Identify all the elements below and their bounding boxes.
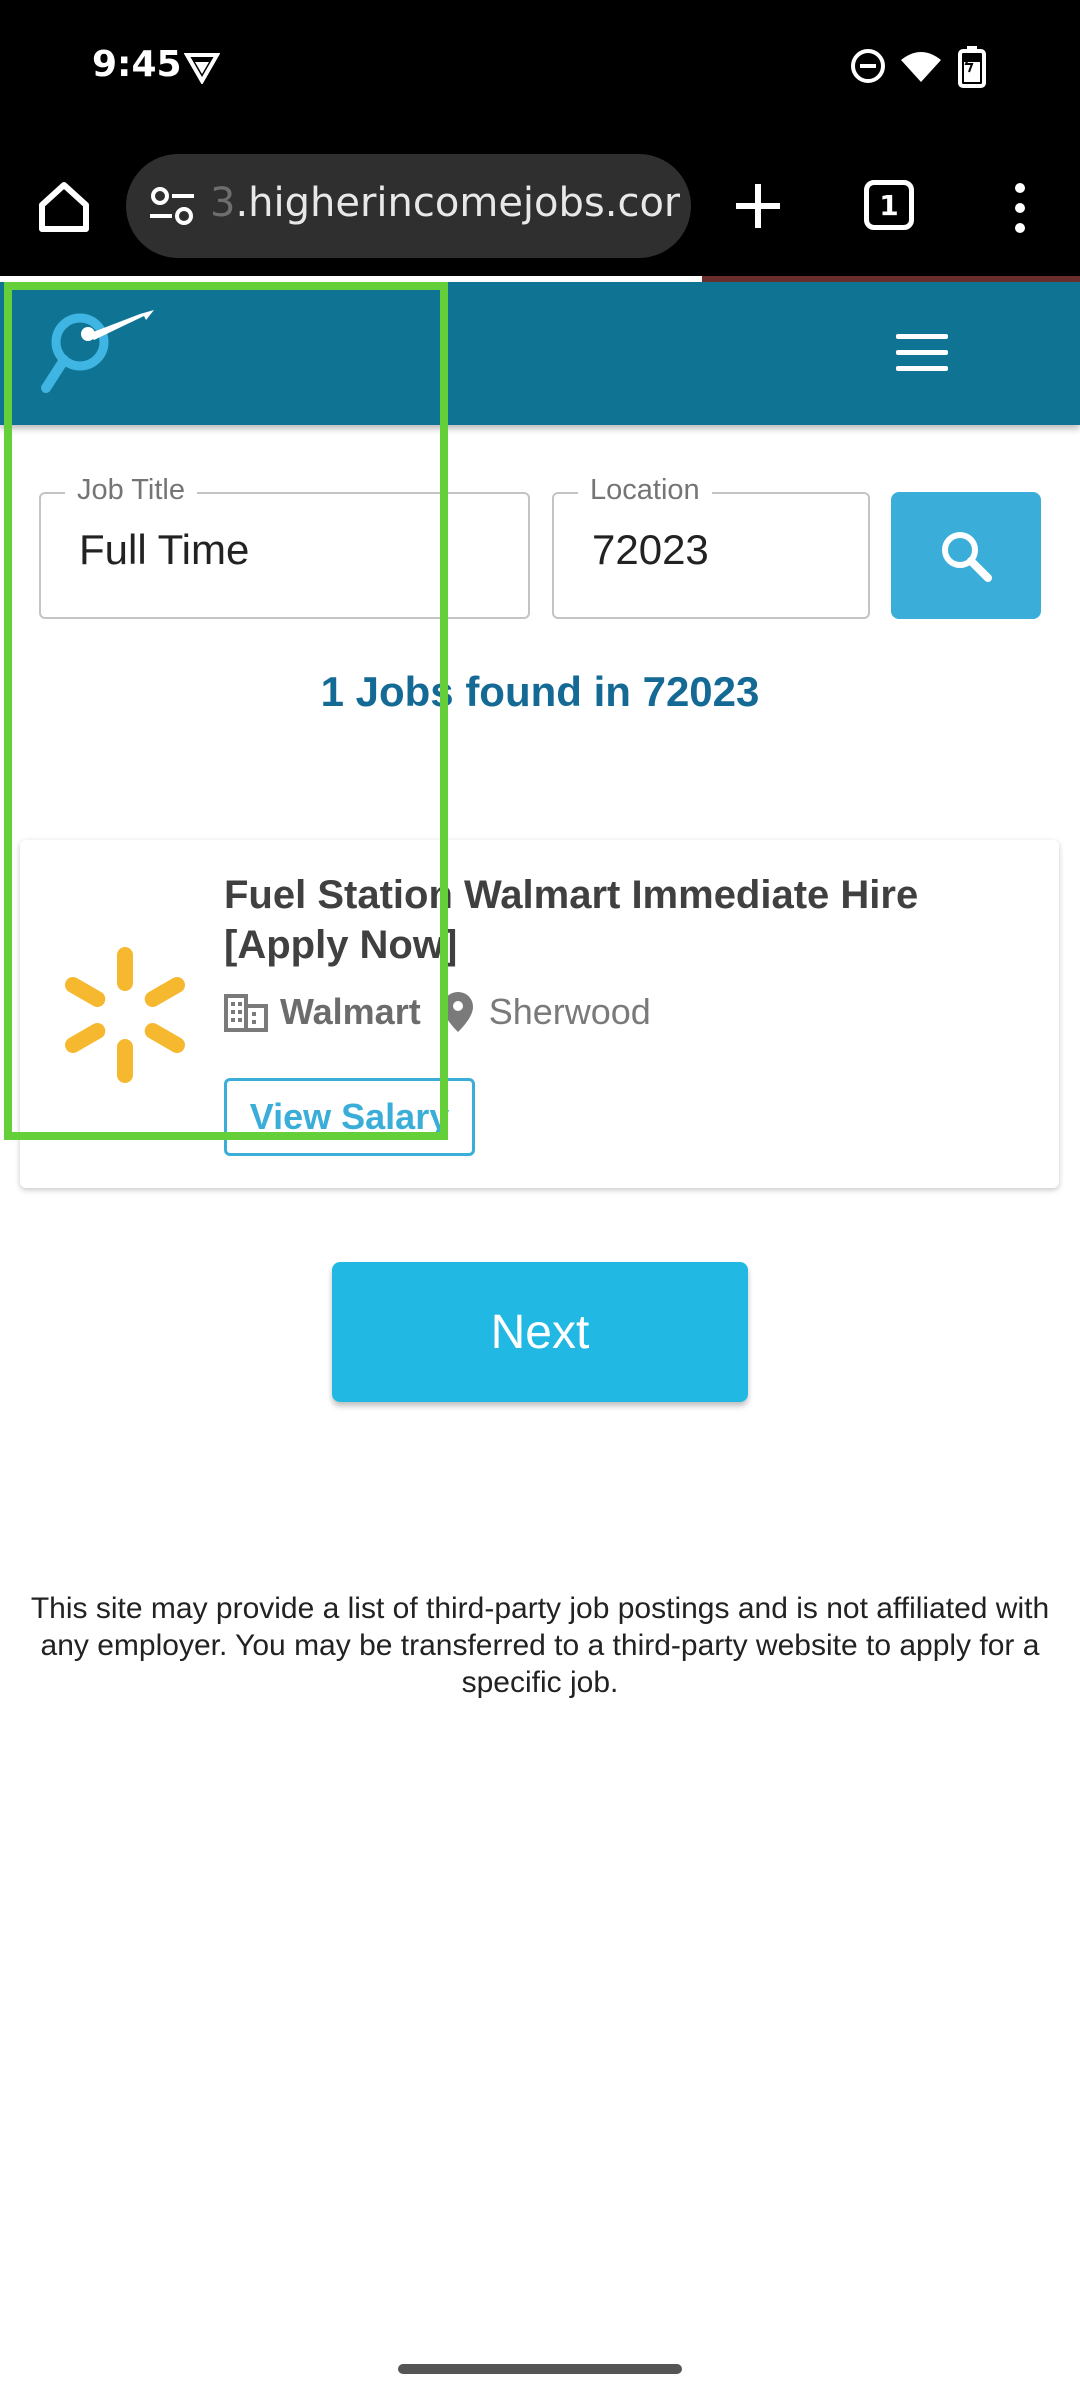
url-text[interactable]: 3.higherincomejobs.com <box>210 180 680 226</box>
dnd-icon <box>851 49 885 83</box>
disclaimer: This site may provide a list of third-pa… <box>30 1592 1050 1699</box>
url-domain: .higherincomejobs.com <box>235 180 680 226</box>
vpn-icon <box>184 53 220 84</box>
company-name: Walmart <box>280 991 421 1032</box>
hamburger-icon[interactable] <box>896 334 948 372</box>
job-title[interactable]: Fuel Station Walmart Immediate Hire [App… <box>224 870 1024 970</box>
home-icon <box>39 182 89 232</box>
site-header <box>0 282 1080 425</box>
view-salary-button[interactable]: View Salary <box>224 1078 475 1156</box>
browser-toolbar: 3.higherincomejobs.com 1 <box>0 138 1080 278</box>
battery-icon <box>958 46 986 88</box>
url-prefix: 3 <box>210 180 236 226</box>
tabs-icon[interactable]: 1 <box>864 180 914 230</box>
job-title-field[interactable]: Job Title <box>39 474 530 619</box>
job-title-input[interactable] <box>79 526 469 574</box>
job-location: Sherwood <box>488 991 651 1032</box>
location-field[interactable]: Location <box>552 474 870 619</box>
job-meta: Walmart Sherwood <box>224 990 651 1034</box>
results-count: 1 Jobs found in 72023 <box>320 668 760 715</box>
search-icon <box>942 531 992 582</box>
location-input[interactable] <box>592 526 844 574</box>
more-vert-icon[interactable] <box>1000 178 1040 238</box>
location-pin-icon <box>442 992 473 1032</box>
wifi-icon <box>901 52 941 82</box>
search-button[interactable] <box>891 492 1041 619</box>
gesture-bar[interactable] <box>398 2364 682 2374</box>
url-bar[interactable]: 3.higherincomejobs.com <box>126 154 691 258</box>
status-time: 9:45 <box>92 44 182 85</box>
tune-icon[interactable] <box>148 184 196 228</box>
plus-icon[interactable] <box>726 174 790 238</box>
job-title-label: Job Title <box>65 474 197 507</box>
site-logo[interactable] <box>36 302 176 402</box>
job-card[interactable]: Fuel Station Walmart Immediate Hire [App… <box>20 840 1059 1188</box>
walmart-spark-icon <box>65 947 185 1083</box>
location-label: Location <box>578 474 712 507</box>
home-button[interactable] <box>32 174 96 238</box>
next-button[interactable]: Next <box>332 1262 748 1402</box>
building-icon <box>224 994 268 1032</box>
status-bar: 9:45 <box>0 0 1080 138</box>
